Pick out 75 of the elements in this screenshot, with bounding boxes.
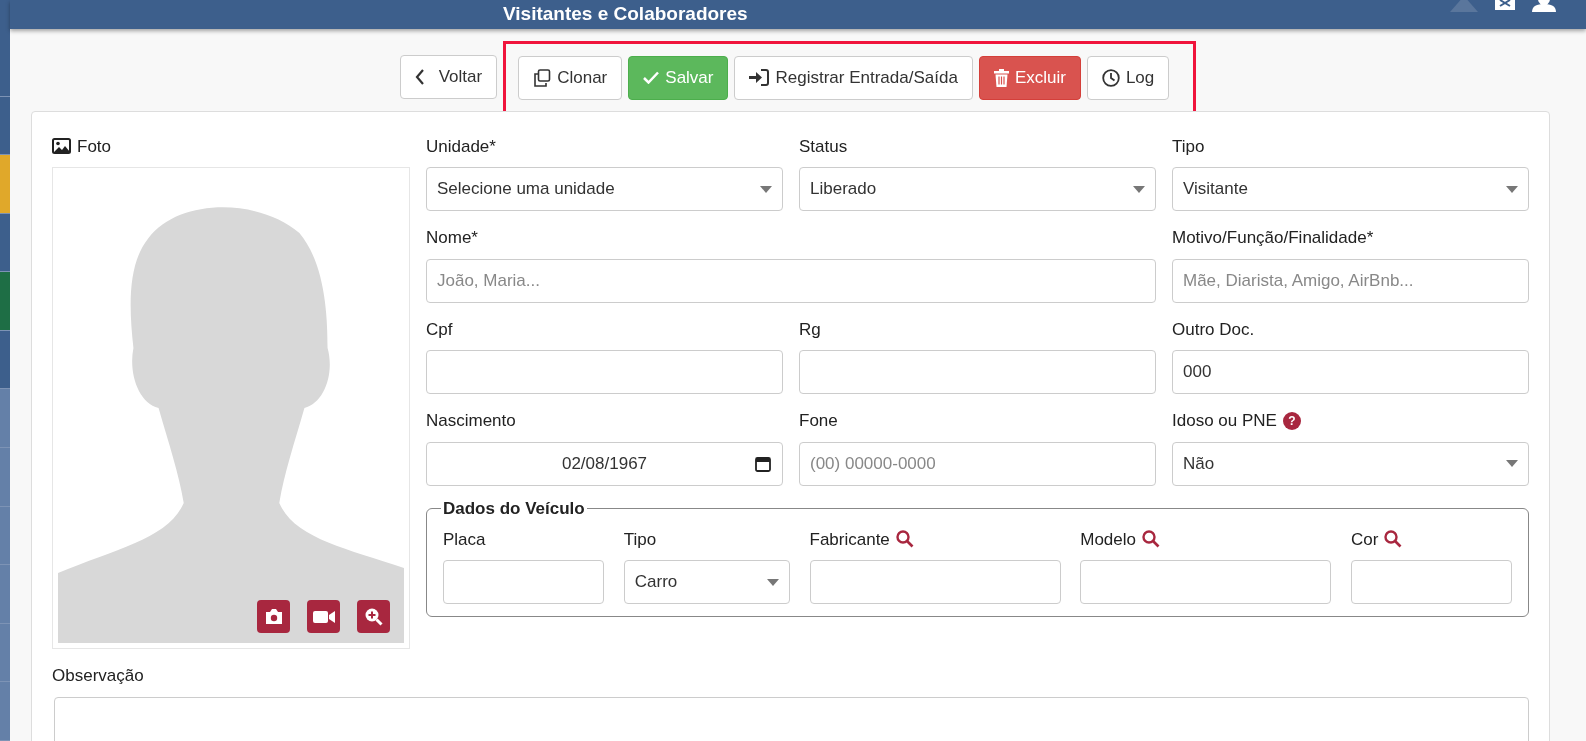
select-field[interactable]: Carro	[623, 560, 790, 604]
calendar-icon[interactable]	[755, 455, 771, 472]
field-label: Nascimento	[426, 410, 516, 432]
clone-button[interactable]: Clonar	[518, 55, 623, 100]
zoom-in-button[interactable]	[357, 600, 390, 633]
register-entry-button[interactable]: Registrar Entrada/Saída	[734, 55, 973, 100]
search-icon[interactable]	[895, 530, 914, 549]
field-label: Cpf	[426, 318, 453, 341]
copy-icon	[533, 68, 552, 87]
input-field[interactable]	[426, 350, 783, 394]
sidebar-tab[interactable]	[0, 565, 10, 624]
trash-icon	[993, 68, 1009, 87]
field-label: Fabricante	[809, 528, 890, 551]
sidebar-tab[interactable]	[0, 506, 10, 566]
field-label: Cor	[1351, 528, 1379, 551]
notes-field[interactable]	[54, 696, 1529, 741]
sidebar-tab[interactable]	[0, 272, 10, 331]
input-field[interactable]: João, Maria...	[426, 258, 1156, 303]
clock-icon	[1101, 68, 1120, 87]
input-field[interactable]: (00) 00000-0000	[799, 441, 1156, 486]
input-field[interactable]: Mãe, Diarista, Amigo, AirBnb...	[1172, 258, 1529, 303]
video-button[interactable]	[307, 600, 340, 633]
search-icon[interactable]	[1142, 530, 1160, 549]
photo-label-text: Foto	[77, 135, 112, 158]
image-icon	[52, 138, 71, 155]
field-label: Fone	[799, 410, 838, 432]
field-label: Outro Doc.	[1172, 318, 1255, 341]
sidebar-tab[interactable]	[0, 330, 10, 390]
sidebar-tab[interactable]	[0, 38, 10, 97]
input-field[interactable]	[1080, 560, 1332, 604]
select-field[interactable]: Visitante	[1172, 167, 1529, 211]
expand-icon[interactable]	[1492, 0, 1518, 12]
sidebar-tab[interactable]	[0, 448, 10, 507]
video-camera-icon	[312, 609, 335, 624]
help-badge[interactable]: ?	[1282, 411, 1301, 430]
sidebar-tab[interactable]	[0, 623, 10, 683]
sidebar-tab[interactable]	[0, 682, 10, 741]
field-label: Idoso ou PNE	[1172, 410, 1277, 432]
vehicle-legend: Dados do Veículo	[441, 499, 587, 517]
input-field[interactable]	[799, 350, 1156, 394]
sidebar-tab[interactable]	[0, 389, 10, 449]
input-field[interactable]: 000	[1172, 350, 1529, 394]
search-icon[interactable]	[1384, 530, 1403, 549]
back-button[interactable]: Voltar	[399, 54, 498, 99]
input-field[interactable]	[443, 560, 604, 604]
input-field[interactable]	[1351, 560, 1512, 604]
notes-label: Observação	[52, 665, 144, 687]
camera-button[interactable]	[257, 600, 290, 633]
check-icon	[643, 71, 660, 84]
user-icon[interactable]	[1532, 0, 1556, 12]
field-label: Rg	[799, 318, 821, 341]
field-label: Status	[799, 135, 848, 158]
sign-in-icon	[749, 69, 770, 86]
delete-button[interactable]: Excluir	[978, 55, 1081, 100]
select-field[interactable]: Liberado	[799, 167, 1156, 211]
field-label: Nome*	[426, 227, 478, 249]
camera-icon	[264, 609, 283, 624]
field-label: Tipo	[623, 528, 657, 551]
page-title: Visitantes e Colaboradores	[503, 2, 748, 26]
field-label: Unidade*	[426, 135, 496, 158]
sidebar-tab[interactable]	[0, 213, 10, 273]
field-label: Placa	[443, 528, 486, 551]
zoom-in-icon	[364, 607, 383, 626]
input-field[interactable]	[809, 560, 1061, 604]
field-label: Motivo/Função/Finalidade*	[1172, 227, 1374, 249]
field-label: Tipo	[1172, 135, 1205, 158]
warning-icon[interactable]	[1450, 0, 1478, 12]
select-field[interactable]: Selecione uma unidade	[426, 167, 783, 211]
field-label: Modelo	[1080, 528, 1136, 551]
date-field[interactable]: 02/08/1967	[426, 441, 783, 486]
sidebar-tab[interactable]	[0, 96, 10, 156]
select-field[interactable]: Não	[1172, 441, 1529, 486]
chevron-left-icon	[414, 68, 425, 85]
sidebar-tab[interactable]	[0, 155, 10, 214]
log-button[interactable]: Log	[1086, 55, 1170, 100]
